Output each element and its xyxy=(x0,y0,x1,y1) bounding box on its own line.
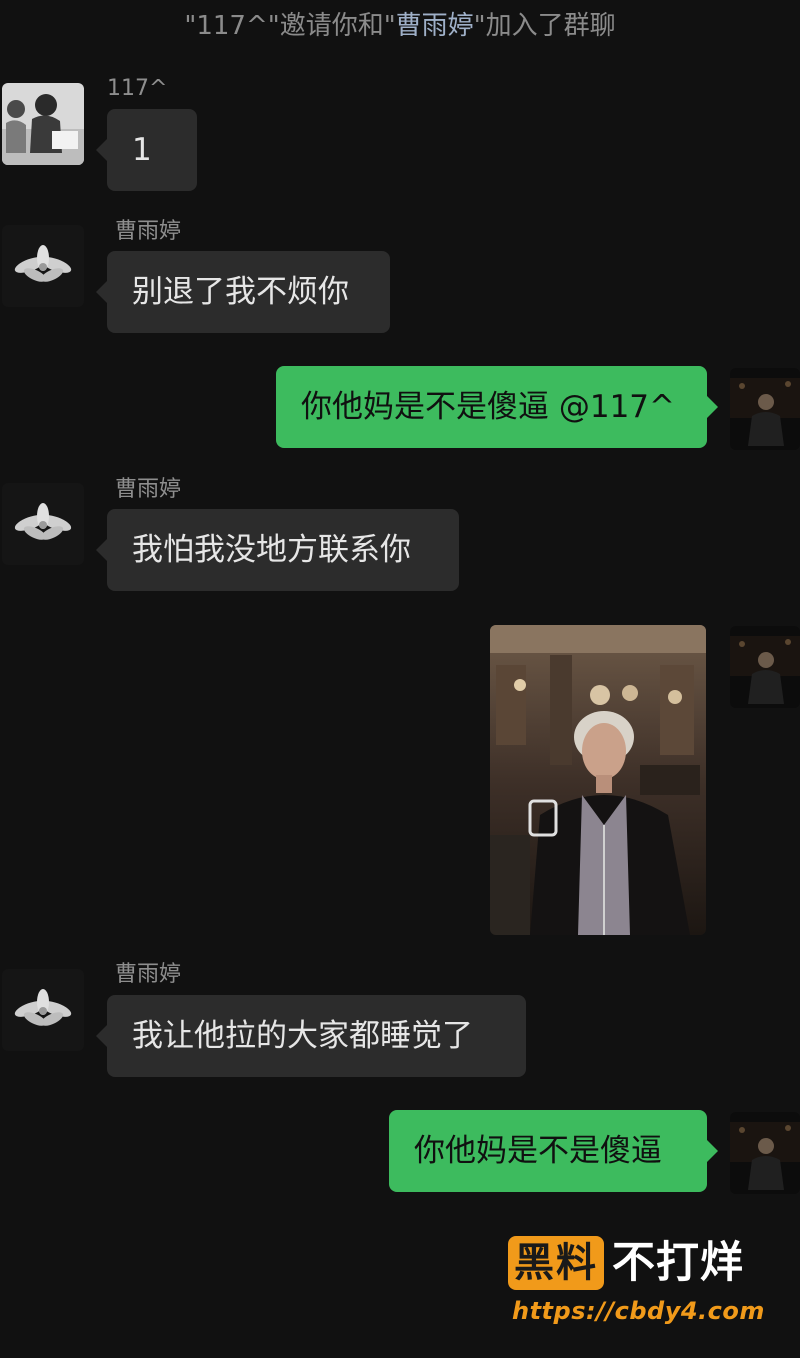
message-bubble[interactable]: 别退了我不烦你 xyxy=(96,251,390,333)
avatar-self[interactable] xyxy=(730,368,800,450)
avatar-caoyuting[interactable] xyxy=(2,969,84,1051)
watermark-box-text: 黑料 xyxy=(508,1236,604,1290)
sent-photo[interactable] xyxy=(490,625,706,935)
watermark-logo: 黑料 不打烊 xyxy=(508,1236,778,1290)
avatar-caoyuting[interactable] xyxy=(2,225,84,307)
sender-name: 曹雨婷 xyxy=(115,477,182,502)
notice-part-1: "117^"邀请你和" xyxy=(184,11,396,41)
message-bubble[interactable]: 我让他拉的大家都睡觉了 xyxy=(96,995,526,1077)
message-bubble-sent[interactable]: 你他妈是不是傻逼 xyxy=(389,1110,718,1192)
sender-name: 曹雨婷 xyxy=(115,219,182,244)
notice-part-2: "加入了群聊 xyxy=(473,11,616,41)
avatar-117[interactable] xyxy=(2,83,84,165)
group-join-notice: "117^"邀请你和"曹雨婷"加入了群聊 xyxy=(0,6,800,46)
watermark-url: https://cbdy4.com xyxy=(512,1297,765,1325)
sender-name: 曹雨婷 xyxy=(115,962,182,987)
avatar-caoyuting[interactable] xyxy=(2,483,84,565)
watermark: 黑料 不打烊 https://cbdy4.com xyxy=(508,1236,778,1328)
message-bubble-sent[interactable]: 你他妈是不是傻逼 @117^ xyxy=(276,366,718,448)
message-bubble[interactable]: 1 xyxy=(96,109,197,191)
avatar-self[interactable] xyxy=(730,626,800,708)
watermark-side-text: 不打烊 xyxy=(612,1238,744,1288)
notice-invitee-name[interactable]: 曹雨婷 xyxy=(396,11,474,41)
avatar-self[interactable] xyxy=(730,1112,800,1194)
sender-name: 117^ xyxy=(107,76,168,101)
message-bubble[interactable]: 我怕我没地方联系你 xyxy=(96,509,459,591)
